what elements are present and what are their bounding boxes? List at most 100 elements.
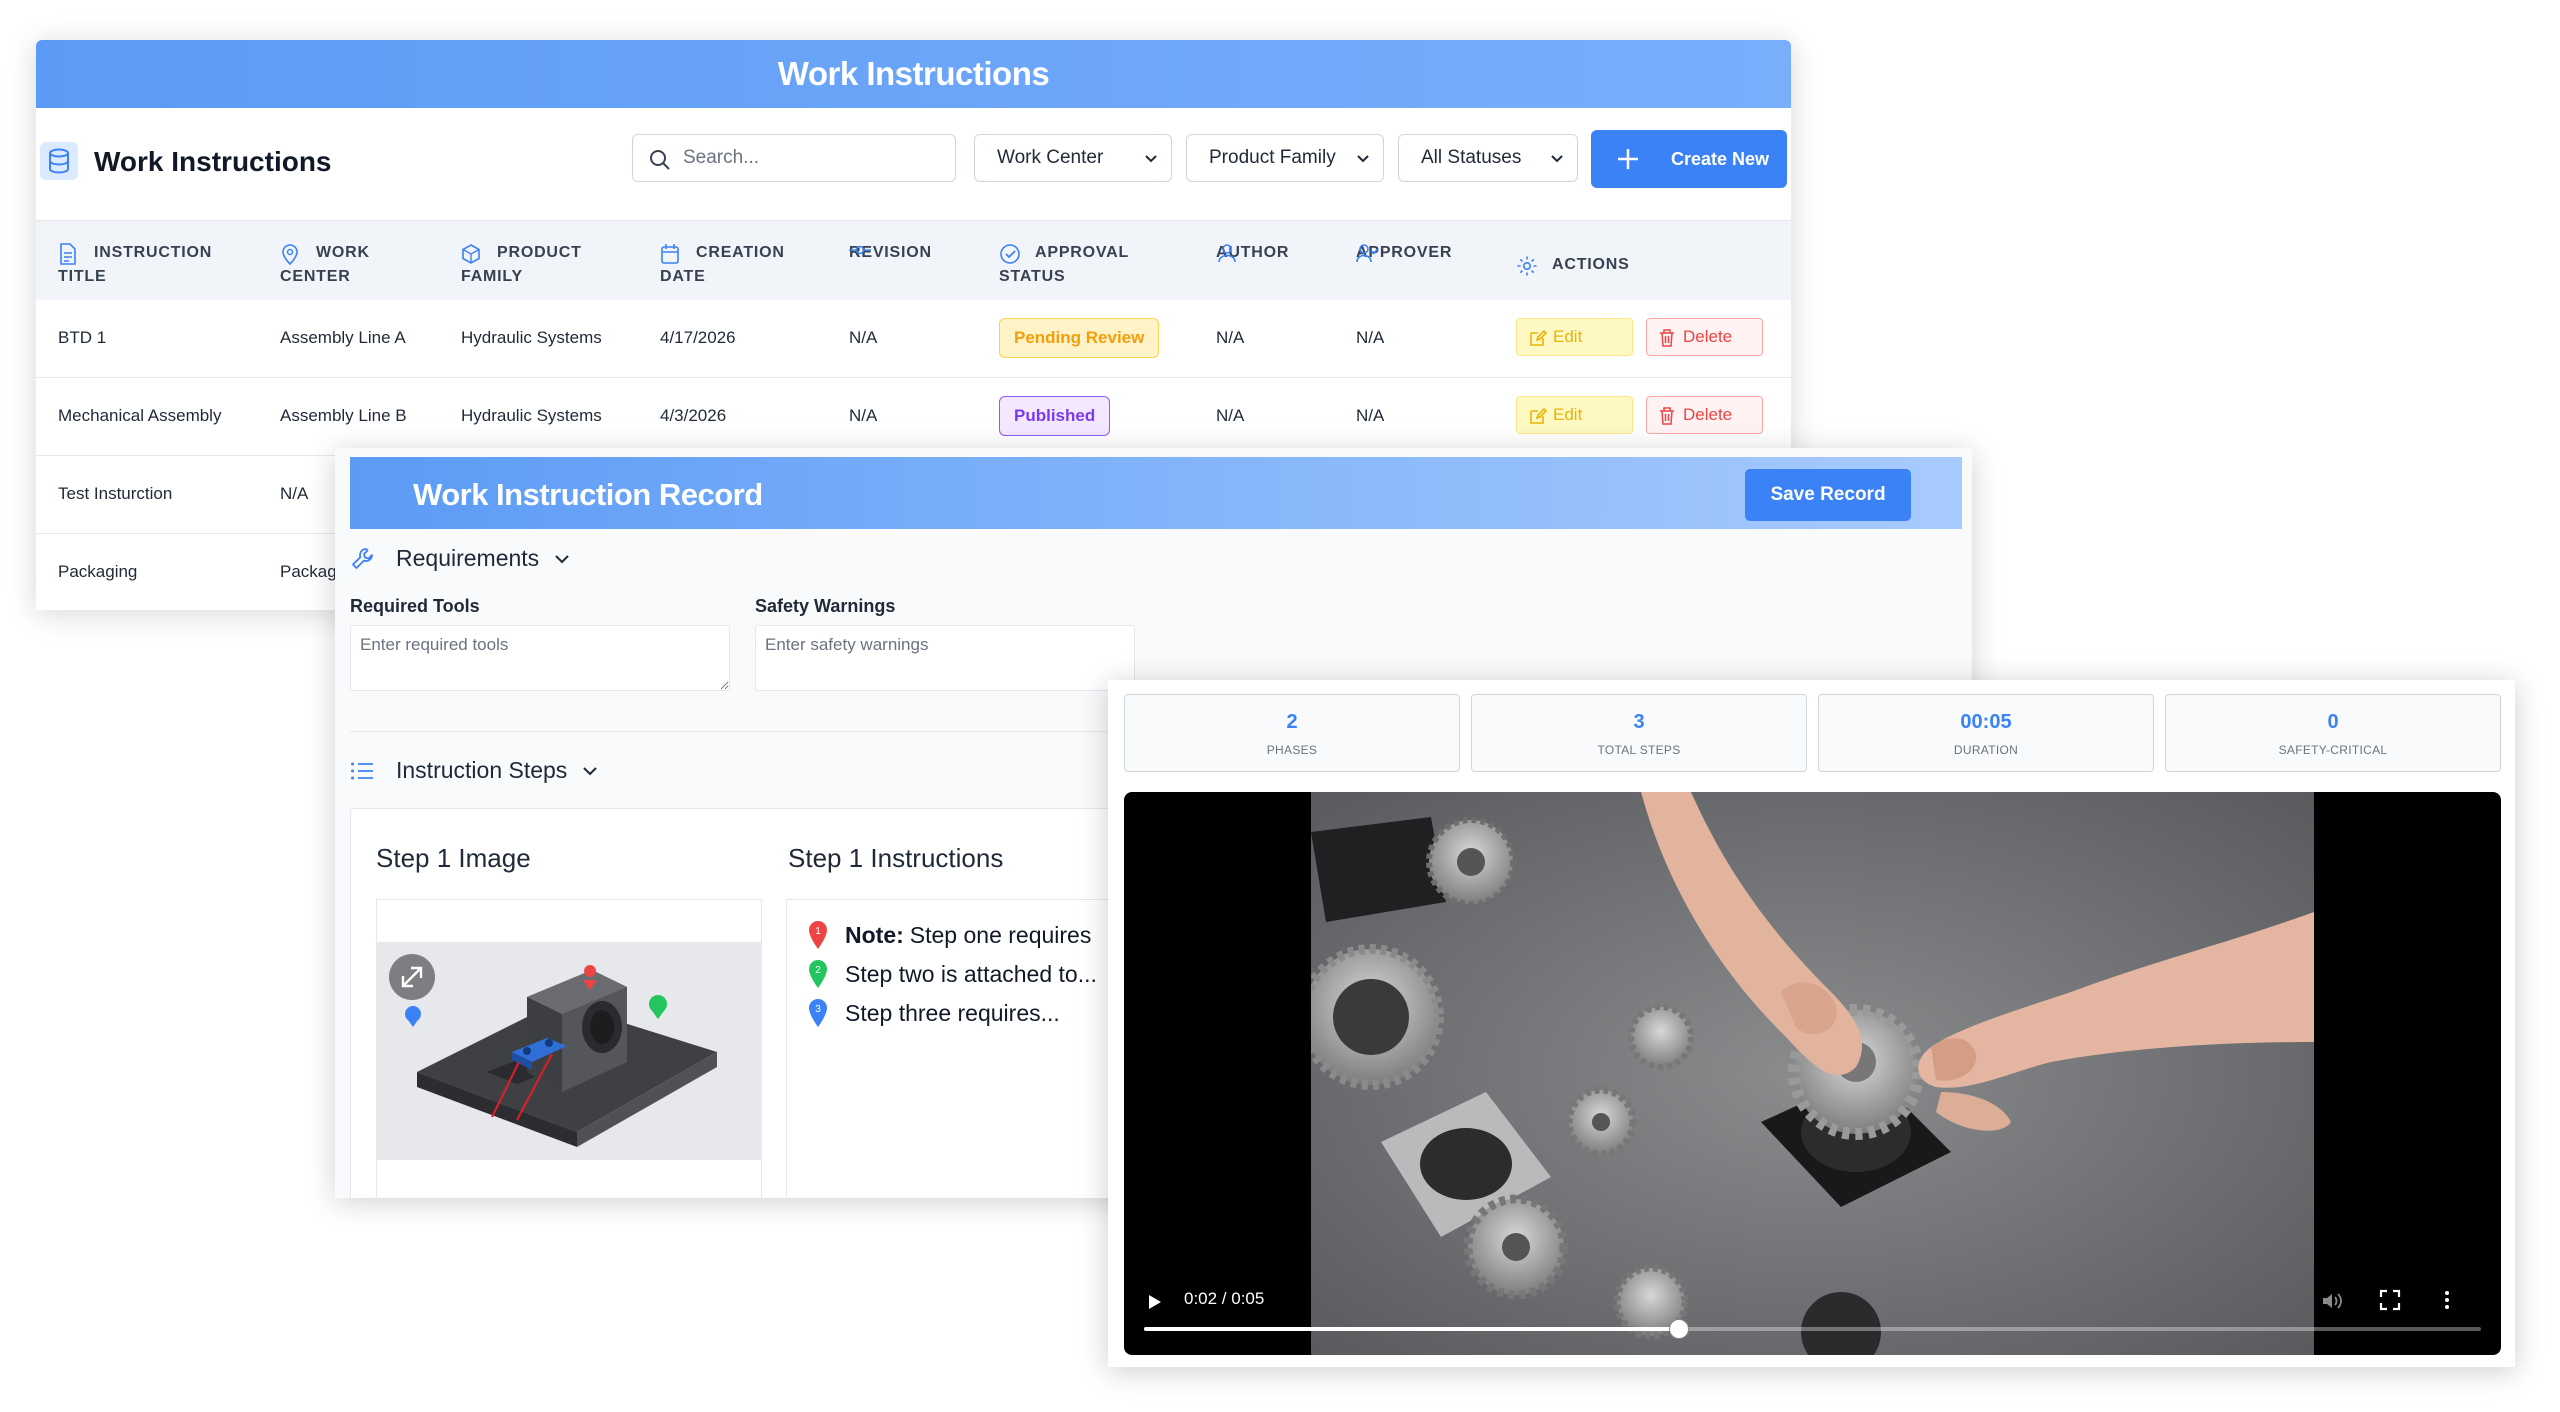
required-tools-field[interactable]: [350, 625, 730, 691]
cell-date: 4/17/2026: [660, 328, 736, 347]
table-row[interactable]: BTD 1 Assembly Line A Hydraulic Systems …: [36, 300, 1791, 378]
cell-author: N/A: [1216, 328, 1245, 347]
check-circle-icon: [1000, 244, 1020, 264]
column-revision[interactable]: Revision: [849, 241, 932, 265]
safety-warnings-label: Safety Warnings: [755, 596, 896, 616]
video-panel: 2 Phases 3 Total Steps 00:05 Duration 0 …: [1108, 680, 2515, 1367]
step-image-frame: [376, 899, 762, 1198]
table-row[interactable]: Mechanical Assembly Assembly Line B Hydr…: [36, 378, 1791, 456]
more-options-icon[interactable]: [2440, 1289, 2454, 1311]
create-new-button[interactable]: Create New: [1591, 130, 1787, 188]
cell-title: Test Insturction: [58, 484, 173, 503]
requirements-section-toggle[interactable]: Requirements: [350, 545, 573, 572]
column-work-center[interactable]: Work Center: [280, 241, 370, 289]
chevron-down-icon: [1551, 155, 1563, 163]
search-icon: [650, 150, 670, 170]
wrench-icon: [352, 547, 373, 569]
trash-icon: [1660, 407, 1674, 425]
step-instructions-heading: Step 1 Instructions: [788, 843, 1004, 873]
product-family-filter-label: Product Family: [1209, 147, 1336, 168]
volume-icon[interactable]: [2320, 1289, 2344, 1313]
video-controls: 0:02 / 0:05: [1124, 1275, 2501, 1355]
list-icon: [351, 762, 373, 779]
gear-icon: [1517, 256, 1537, 276]
cell-work-center: Assembly Line A: [280, 328, 406, 347]
create-new-label: Create New: [1671, 149, 1770, 169]
svg-text:3: 3: [815, 1004, 821, 1015]
edit-button[interactable]: Edit: [1516, 318, 1633, 356]
column-product-family[interactable]: Product Family: [461, 241, 582, 289]
cell-revision: N/A: [849, 328, 878, 347]
list-title-bar: Work Instructions: [36, 40, 1791, 108]
cell-approver: N/A: [1356, 328, 1385, 347]
pin-marker-icon: 1: [809, 921, 827, 949]
status-badge: Pending Review: [999, 318, 1160, 358]
chevron-down-icon: [583, 766, 598, 775]
document-icon: [60, 243, 76, 265]
cell-title: BTD 1: [58, 328, 107, 347]
cube-icon: [462, 244, 480, 264]
chevron-down-icon: [555, 554, 569, 563]
video-progress-handle[interactable]: [1669, 1320, 1688, 1338]
chevron-down-icon: [1357, 155, 1369, 163]
requirements-heading: Requirements: [396, 545, 540, 571]
search-input[interactable]: [632, 134, 956, 182]
plus-icon: [1618, 149, 1638, 169]
svg-text:2: 2: [815, 965, 821, 976]
instruction-line: 2 Step two is attached to...: [807, 959, 1097, 989]
stat-duration: 00:05 Duration: [1818, 694, 2154, 772]
cell-product-family: Hydraulic Systems: [461, 328, 602, 347]
instruction-steps-section-toggle[interactable]: Instruction Steps: [350, 757, 601, 784]
delete-button[interactable]: Delete: [1646, 318, 1763, 356]
user-icon: [1218, 244, 1236, 263]
commit-icon: [849, 245, 871, 255]
status-filter[interactable]: All Statuses: [1398, 134, 1578, 182]
cell-title: Mechanical Assembly: [58, 406, 222, 425]
video-frame: [1311, 792, 2314, 1355]
column-approver[interactable]: Approver: [1356, 241, 1452, 265]
column-creation-date[interactable]: Creation Date: [660, 241, 785, 289]
step-image-heading: Step 1 Image: [376, 843, 531, 873]
fullscreen-icon[interactable]: [2379, 1289, 2401, 1311]
stat-safety-critical: 0 Safety-Critical: [2165, 694, 2501, 772]
table-header: Instruction Title Work Center Product Famil…: [36, 220, 1791, 300]
safety-warnings-field[interactable]: [755, 625, 1135, 691]
video-progress-bar[interactable]: [1144, 1320, 2481, 1338]
expand-icon: [401, 966, 423, 988]
video-player[interactable]: 0:02 / 0:05: [1124, 792, 2501, 1355]
product-family-filter[interactable]: Product Family: [1186, 134, 1384, 182]
calendar-icon: [661, 244, 679, 264]
edit-icon: [1530, 407, 1547, 424]
cell-work-center: N/A: [280, 484, 309, 503]
column-instruction-title[interactable]: Instruction Title: [58, 241, 212, 289]
chevron-down-icon: [1145, 155, 1157, 163]
cell-product-family: Hydraulic Systems: [461, 406, 602, 425]
save-record-button[interactable]: Save Record: [1745, 469, 1911, 521]
cell-revision: N/A: [849, 406, 878, 425]
play-icon[interactable]: [1144, 1292, 1164, 1312]
pin-marker-icon: 2: [809, 960, 827, 988]
column-author[interactable]: Author: [1216, 241, 1289, 265]
expand-image-button[interactable]: [389, 954, 435, 1000]
column-actions: Actions: [1516, 253, 1630, 277]
instruction-line: 1 Note: Step one requires: [807, 920, 1091, 950]
instruction-steps-heading: Instruction Steps: [396, 757, 568, 783]
list-toolbar: Work Instructions Work Center Product Fa…: [36, 130, 1791, 200]
cell-date: 4/3/2026: [660, 406, 727, 425]
column-approval-status[interactable]: Approval Status: [999, 241, 1129, 289]
delete-button[interactable]: Delete: [1646, 396, 1763, 434]
work-center-filter[interactable]: Work Center: [974, 134, 1172, 182]
video-progress-fill: [1144, 1327, 1679, 1331]
trash-icon: [1660, 329, 1674, 347]
edit-button[interactable]: Edit: [1516, 396, 1633, 434]
cell-title: Packaging: [58, 562, 138, 581]
cell-author: N/A: [1216, 406, 1245, 425]
stat-phases: 2 Phases: [1124, 694, 1460, 772]
database-icon: [40, 142, 78, 180]
video-time: 0:02 / 0:05: [1184, 1289, 1265, 1308]
status-filter-label: All Statuses: [1421, 147, 1522, 168]
step-image[interactable]: [377, 942, 761, 1160]
svg-text:1: 1: [815, 926, 821, 937]
record-title: Work Instruction Record: [413, 477, 763, 512]
record-title-bar: Work Instruction Record Save Record: [350, 457, 1962, 529]
